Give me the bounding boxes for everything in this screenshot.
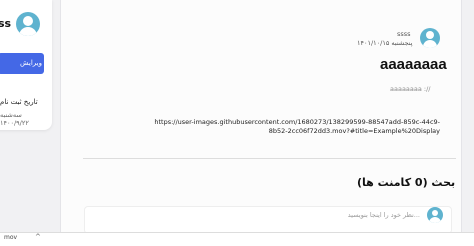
author-name[interactable]: ssss xyxy=(397,30,411,38)
comment-input[interactable] xyxy=(250,209,420,221)
join-date-label: تاریخ ثبت نام xyxy=(0,98,38,106)
edit-profile-button[interactable]: ویرایش xyxy=(0,53,44,74)
chevron-up-icon[interactable]: ^ xyxy=(35,233,41,241)
post-title: aaaaaaaa xyxy=(380,56,447,73)
join-date: سه‌شنبه ۱۴۰۰/۹/۲۲ xyxy=(0,111,29,127)
discussion-title: بحث (0 کامنت ها) xyxy=(357,176,456,189)
post-date: پنجشنبه ۱۴۰۱/۱۰/۱۵ xyxy=(357,39,413,47)
divider xyxy=(83,158,456,159)
profile-avatar[interactable] xyxy=(16,12,40,36)
profile-card: ss ویرایش تاریخ ثبت نام سه‌شنبه ۱۴۰۰/۹/۲… xyxy=(0,0,52,130)
download-bar xyxy=(0,232,474,246)
profile-name: ss xyxy=(0,17,12,30)
commenter-avatar xyxy=(427,207,443,223)
post-link[interactable]: https://user-images.githubusercontent.co… xyxy=(150,118,440,136)
download-file[interactable]: mov xyxy=(4,234,17,241)
author-avatar[interactable] xyxy=(420,28,440,48)
post-body: aaaaaaaa :// xyxy=(390,85,431,93)
